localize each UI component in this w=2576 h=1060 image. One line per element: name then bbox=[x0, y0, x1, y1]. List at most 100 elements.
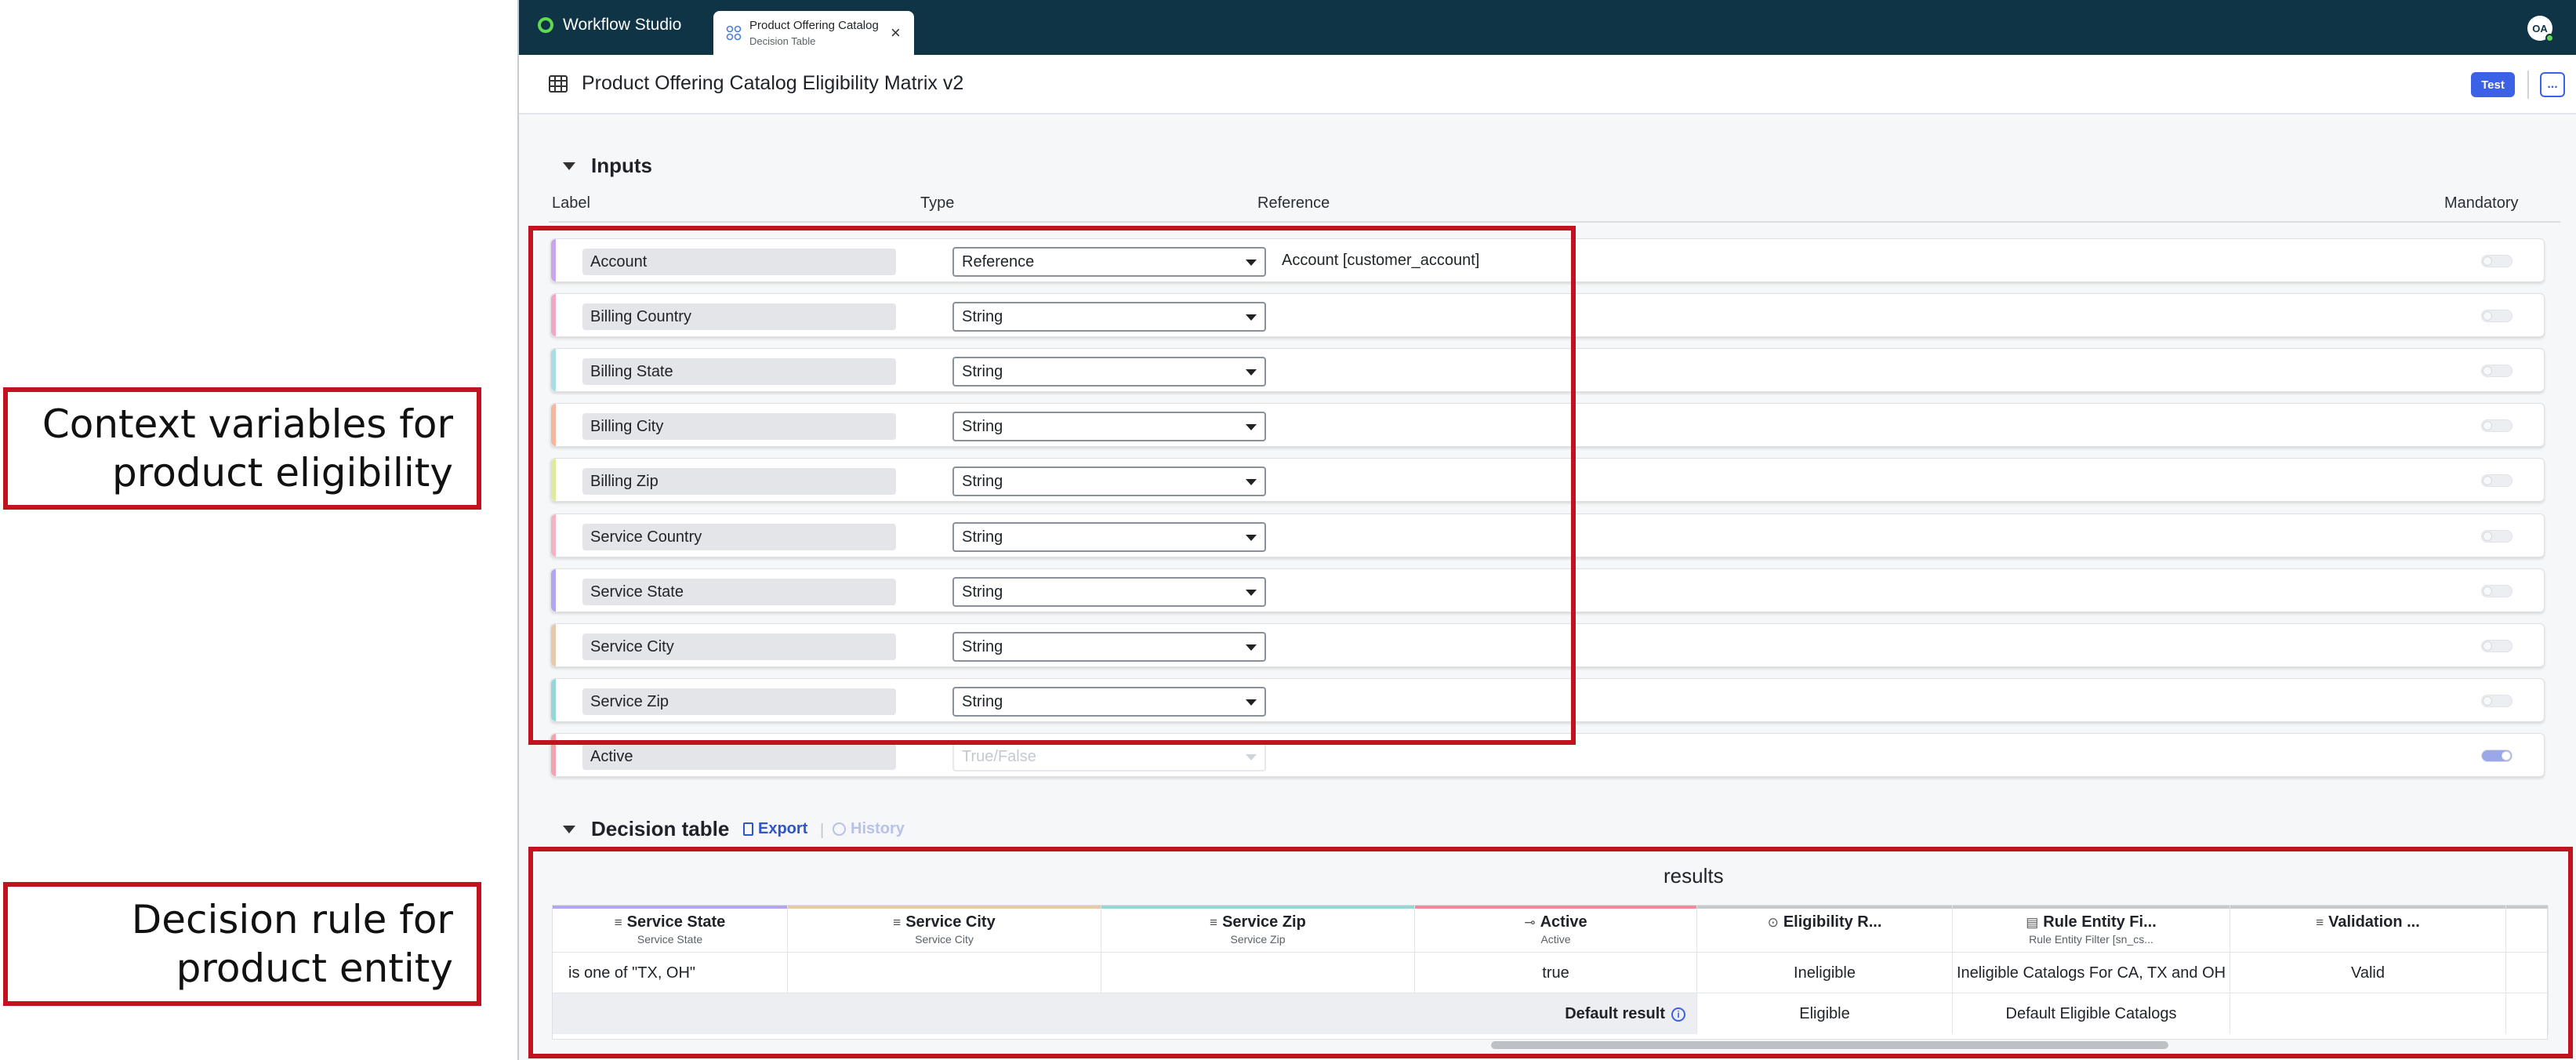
table-cell[interactable]: Ineligible Catalogs For CA, TX and OH bbox=[1953, 953, 2230, 993]
type-select[interactable]: String bbox=[952, 302, 1266, 332]
brand-name: Workflow Studio bbox=[563, 16, 682, 34]
test-button[interactable]: Test bbox=[2471, 72, 2515, 97]
history-link[interactable]: History bbox=[833, 820, 905, 838]
type-select[interactable]: Reference bbox=[952, 247, 1266, 277]
default-result-cell[interactable]: Default Eligible Catalogs bbox=[1953, 993, 2230, 1034]
column-name: ≡ Service Zip bbox=[1101, 913, 1414, 931]
type-select[interactable]: String bbox=[952, 357, 1266, 387]
input-label-field[interactable]: Billing Zip bbox=[582, 468, 896, 495]
chevron-down-icon bbox=[1246, 535, 1257, 541]
status-dot-icon bbox=[2545, 34, 2554, 42]
mandatory-toggle[interactable] bbox=[2481, 585, 2513, 597]
input-label-field[interactable]: Service Country bbox=[582, 524, 896, 550]
avatar[interactable]: OA bbox=[2527, 16, 2554, 42]
column-name-text: Eligibility R... bbox=[1783, 913, 1882, 931]
input-row-service-city[interactable]: Service City String bbox=[550, 623, 2545, 667]
mandatory-toggle[interactable] bbox=[2481, 530, 2513, 543]
type-select[interactable]: String bbox=[952, 632, 1266, 662]
default-result-cell[interactable] bbox=[2230, 993, 2506, 1034]
chevron-down-icon bbox=[1246, 260, 1257, 266]
type-select[interactable]: String bbox=[952, 522, 1266, 552]
column-subtitle: Service City bbox=[915, 933, 974, 946]
type-select[interactable]: String bbox=[952, 687, 1266, 717]
input-label-field[interactable]: Active bbox=[582, 743, 896, 770]
input-row-billing-state[interactable]: Billing State String bbox=[550, 348, 2545, 392]
column-type-icon: ≡ bbox=[893, 915, 902, 930]
column-type-icon: ≡ bbox=[1210, 915, 1218, 930]
mandatory-toggle[interactable] bbox=[2481, 310, 2513, 322]
type-select-value: String bbox=[962, 363, 1003, 380]
default-result-cell[interactable] bbox=[2506, 993, 2549, 1034]
input-row-account[interactable]: Account Reference Account [customer_accoun… bbox=[550, 238, 2545, 282]
toggle-knob bbox=[2483, 256, 2492, 266]
type-select-value: True/False bbox=[962, 748, 1036, 765]
input-row-billing-zip[interactable]: Billing Zip String bbox=[550, 458, 2545, 502]
toggle-knob bbox=[2483, 532, 2492, 541]
mandatory-toggle[interactable] bbox=[2481, 255, 2513, 267]
more-options-button[interactable]: ... bbox=[2540, 72, 2565, 97]
info-icon[interactable]: i bbox=[1671, 1007, 1685, 1022]
mandatory-toggle[interactable] bbox=[2481, 695, 2513, 707]
row-accent bbox=[551, 404, 556, 446]
input-row-billing-city[interactable]: Billing City String bbox=[550, 403, 2545, 447]
chevron-down-icon bbox=[1246, 699, 1257, 706]
column-name-text: Active bbox=[1540, 913, 1587, 931]
mandatory-toggle[interactable] bbox=[2481, 474, 2513, 487]
horizontal-scrollbar[interactable] bbox=[1491, 1041, 2168, 1049]
export-link[interactable]: Export bbox=[743, 820, 807, 838]
table-cell[interactable] bbox=[1101, 953, 1415, 993]
input-label-field[interactable]: Account bbox=[582, 249, 896, 275]
column-name: ⊸ Active bbox=[1415, 913, 1696, 931]
input-label-field[interactable]: Service Zip bbox=[582, 688, 896, 715]
input-label-field[interactable]: Service State bbox=[582, 579, 896, 605]
type-select[interactable]: String bbox=[952, 412, 1266, 441]
column-type-icon: ≡ bbox=[2316, 915, 2324, 930]
column-header-service-state[interactable]: ≡ Service State Service State bbox=[553, 906, 788, 953]
column-header-eligibility-r[interactable]: ⊙ Eligibility R... bbox=[1697, 906, 1953, 953]
input-label-field[interactable]: Billing Country bbox=[582, 303, 896, 330]
table-cell[interactable] bbox=[2506, 953, 2549, 993]
column-header-service-zip[interactable]: ≡ Service Zip Service Zip bbox=[1101, 906, 1415, 953]
input-row-service-state[interactable]: Service State String bbox=[550, 568, 2545, 612]
table-cell[interactable]: is one of "TX, OH" bbox=[553, 953, 788, 993]
table-cell[interactable]: true bbox=[1415, 953, 1697, 993]
column-header-validation[interactable]: ≡ Validation ... bbox=[2230, 906, 2506, 953]
inputs-section-toggle[interactable]: Inputs bbox=[563, 154, 652, 178]
chevron-down-icon bbox=[1246, 314, 1257, 321]
tab-decision-table[interactable]: Product Offering Catalog Decision Table … bbox=[713, 11, 914, 55]
table-cell[interactable]: Ineligible bbox=[1697, 953, 1953, 993]
mandatory-toggle[interactable] bbox=[2481, 419, 2513, 432]
toggle-knob bbox=[2483, 641, 2492, 651]
input-label-field[interactable]: Billing City bbox=[582, 413, 896, 440]
default-result-label: Default result i bbox=[553, 993, 1697, 1034]
input-row-service-country[interactable]: Service Country String bbox=[550, 514, 2545, 557]
table-cell[interactable]: Valid bbox=[2230, 953, 2506, 993]
column-header-rule-entity-fi[interactable]: ▤ Rule Entity Fi... Rule Entity Filter [sn… bbox=[1953, 906, 2230, 953]
brand[interactable]: Workflow Studio bbox=[538, 16, 681, 34]
column-color-bar bbox=[1415, 906, 1696, 909]
decision-table-section-toggle[interactable]: Decision table bbox=[563, 817, 729, 841]
mandatory-toggle[interactable] bbox=[2481, 365, 2513, 377]
input-row-billing-country[interactable]: Billing Country String bbox=[550, 293, 2545, 337]
toggle-knob bbox=[2483, 311, 2492, 321]
mandatory-toggle[interactable] bbox=[2481, 750, 2513, 762]
type-select[interactable]: String bbox=[952, 577, 1266, 607]
default-result-cell[interactable]: Eligible bbox=[1697, 993, 1953, 1034]
table-cell[interactable] bbox=[788, 953, 1101, 993]
close-icon[interactable]: × bbox=[891, 23, 901, 43]
input-label-field[interactable]: Billing State bbox=[582, 358, 896, 385]
export-label: Export bbox=[758, 820, 808, 837]
type-select[interactable]: String bbox=[952, 466, 1266, 496]
column-header-empty[interactable] bbox=[2506, 906, 2549, 953]
input-row-active[interactable]: Active True/False bbox=[550, 733, 2545, 777]
input-row-service-zip[interactable]: Service Zip String bbox=[550, 678, 2545, 722]
input-label-field[interactable]: Service City bbox=[582, 633, 896, 660]
toggle-knob bbox=[2502, 751, 2511, 761]
column-type-icon: ▤ bbox=[2026, 915, 2039, 930]
callout-text: Decision rule for product entity bbox=[131, 897, 453, 991]
row-accent bbox=[551, 734, 556, 776]
history-label: History bbox=[851, 820, 905, 837]
column-header-active[interactable]: ⊸ Active Active bbox=[1415, 906, 1697, 953]
mandatory-toggle[interactable] bbox=[2481, 640, 2513, 652]
column-header-service-city[interactable]: ≡ Service City Service City bbox=[788, 906, 1101, 953]
